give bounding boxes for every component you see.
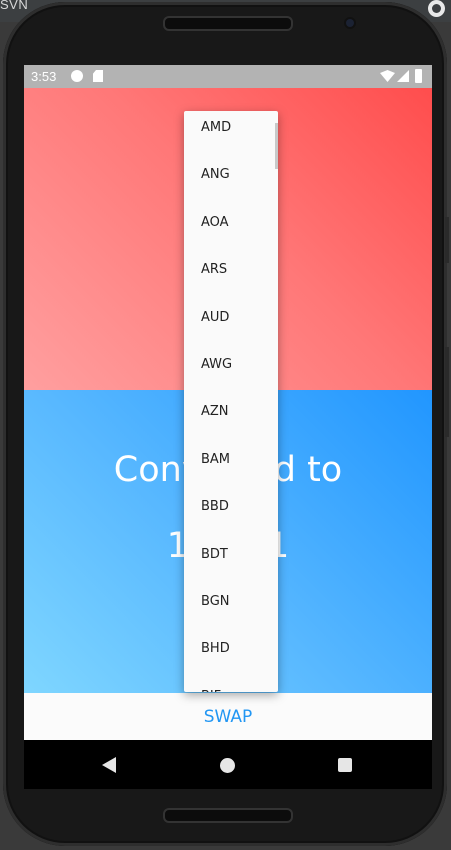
- back-icon[interactable]: [102, 757, 116, 773]
- dropdown-item-ang[interactable]: ANG: [184, 158, 278, 205]
- power-button: [445, 217, 449, 263]
- dropdown-item-azn[interactable]: AZN: [184, 395, 278, 442]
- status-bar: 3:53: [24, 65, 432, 88]
- globe-icon[interactable]: [428, 0, 445, 17]
- dropdown-item-bif[interactable]: BIF: [184, 680, 278, 692]
- recents-icon[interactable]: [338, 758, 352, 772]
- home-icon[interactable]: [220, 758, 235, 773]
- bottom-speaker: [163, 808, 293, 823]
- front-camera: [346, 19, 354, 27]
- status-time: 3:53: [31, 69, 57, 84]
- dropdown-scrollbar[interactable]: [275, 123, 278, 169]
- swap-bar: SWAP: [24, 693, 432, 740]
- dropdown-item-aoa[interactable]: AOA: [184, 206, 278, 253]
- device-screen: 3:53 Converted to 117.81 SWAP AMD ANG AO…: [24, 65, 432, 789]
- dropdown-item-ars[interactable]: ARS: [184, 253, 278, 300]
- dropdown-item-awg[interactable]: AWG: [184, 348, 278, 395]
- sd-card-icon: [93, 70, 103, 82]
- battery-icon: [415, 69, 422, 83]
- dropdown-item-aud[interactable]: AUD: [184, 301, 278, 348]
- signal-icon: [397, 70, 409, 82]
- phone-frame: 3:53 Converted to 117.81 SWAP AMD ANG AO…: [3, 2, 449, 846]
- dropdown-item-bdt[interactable]: BDT: [184, 538, 278, 585]
- dropdown-item-bam[interactable]: BAM: [184, 443, 278, 490]
- notification-icon: [71, 70, 83, 82]
- earpiece-speaker: [163, 16, 293, 31]
- wifi-icon: [380, 70, 395, 82]
- dropdown-item-amd[interactable]: AMD: [184, 111, 278, 158]
- dropdown-item-bgn[interactable]: BGN: [184, 585, 278, 632]
- volume-button: [445, 347, 449, 437]
- currency-list: AMD ANG AOA ARS AUD AWG AZN BAM BBD BDT …: [184, 111, 278, 692]
- navigation-bar: [24, 740, 432, 789]
- dropdown-item-bbd[interactable]: BBD: [184, 490, 278, 537]
- emulator-title: SVN: [0, 0, 29, 12]
- swap-button[interactable]: SWAP: [24, 693, 432, 740]
- currency-dropdown[interactable]: AMD ANG AOA ARS AUD AWG AZN BAM BBD BDT …: [184, 111, 278, 692]
- dropdown-item-bhd[interactable]: BHD: [184, 632, 278, 679]
